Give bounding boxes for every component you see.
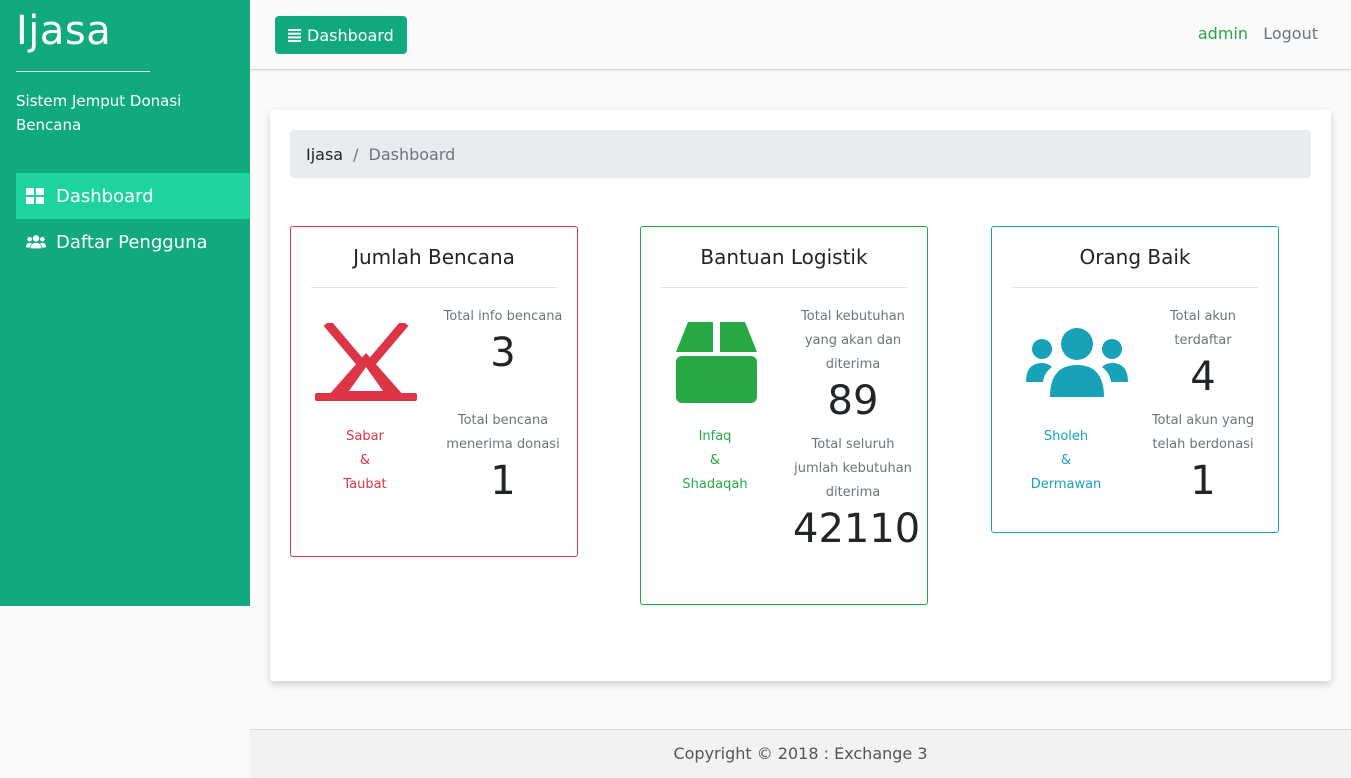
sidebar-item-label: Daftar Pengguna (56, 231, 208, 253)
sidebar-toggle-button[interactable]: Dashboard (275, 16, 407, 54)
stat-label: Total akun yang telah berdonasi (1151, 413, 1255, 452)
stat-card-title: Bantuan Logistik (661, 245, 907, 288)
top-navbar: Dashboard admin Logout (250, 0, 1351, 70)
sidebar-item-label: Dashboard (56, 185, 154, 207)
logout-link[interactable]: Logout (1263, 24, 1318, 43)
stat-value: 89 (827, 378, 879, 424)
users-icon (1026, 327, 1128, 403)
stat-card-bantuan-logistik: Bantuan Logistik Infaq & Shadaqah Total … (640, 226, 928, 605)
menu-icon (288, 28, 301, 42)
campground-icon (315, 320, 417, 407)
sidebar-item-daftar-pengguna[interactable]: Daftar Pengguna (16, 219, 250, 265)
stat-label: Total seluruh jumlah kebutuhan diterima (794, 437, 912, 500)
footer: Copyright © 2018 : Exchange 3 (250, 729, 1351, 778)
sidebar-item-dashboard[interactable]: Dashboard (16, 173, 250, 219)
stat-value: 4 (1190, 354, 1216, 400)
sidebar: Ijasa Sistem Jemput Donasi Bencana Dashb… (0, 0, 250, 606)
stat-info-total-info-bencana: Total info bencana 3 (443, 305, 563, 377)
stat-card-jumlah-bencana: Jumlah Bencana Sabar & Taubat Total info… (290, 226, 578, 557)
sidebar-nav: Dashboard Daftar Pengguna (16, 173, 250, 265)
stat-info-total-akun-berdonasi: Total akun yang telah berdonasi 1 (1143, 409, 1263, 505)
stat-card-title: Jumlah Bencana (311, 245, 557, 288)
box-icon (676, 322, 757, 407)
users-icon (26, 234, 46, 250)
stat-motto: Infaq & Shadaqah (682, 429, 748, 492)
stat-value: 1 (490, 458, 516, 504)
stat-value: 1 (1190, 458, 1216, 504)
breadcrumb-home-link[interactable]: Ijasa (306, 145, 343, 164)
main-content-card: Ijasa / Dashboard Jumlah Bencana Sabar &… (270, 110, 1331, 681)
breadcrumb: Ijasa / Dashboard (290, 130, 1311, 178)
stat-label: Total info bencana (443, 309, 563, 324)
breadcrumb-current: Dashboard (368, 144, 456, 164)
stat-info-total-bencana-donasi: Total bencana menerima donasi 1 (443, 409, 563, 505)
stat-value: 3 (490, 330, 516, 376)
grid-icon (26, 188, 46, 204)
stat-info-total-kebutuhan: Total kebutuhan yang akan dan diterima 8… (793, 305, 913, 425)
toggle-button-label: Dashboard (307, 25, 394, 45)
stat-info-total-akun-terdaftar: Total akun terdaftar 4 (1143, 305, 1263, 401)
breadcrumb-separator: / (353, 144, 359, 164)
brand-title: Ijasa (16, 8, 112, 54)
brand-divider (16, 71, 150, 72)
stat-label: Total bencana menerima donasi (446, 413, 560, 452)
brand-tagline: Sistem Jemput Donasi Bencana (16, 92, 182, 134)
stat-card-orang-baik: Orang Baik Sholeh & Dermawan Total akun … (991, 226, 1279, 533)
stat-motto: Sholeh & Dermawan (1030, 429, 1102, 492)
stat-card-title: Orang Baik (1012, 245, 1258, 288)
stat-label: Total kebutuhan yang akan dan diterima (801, 309, 905, 372)
user-link[interactable]: admin (1198, 24, 1248, 43)
stat-label: Total akun terdaftar (1169, 309, 1237, 348)
stat-value: 42110 (793, 506, 921, 552)
stat-info-total-seluruh-kebutuhan: Total seluruh jumlah kebutuhan diterima … (793, 433, 921, 553)
stat-motto: Sabar & Taubat (343, 429, 387, 492)
